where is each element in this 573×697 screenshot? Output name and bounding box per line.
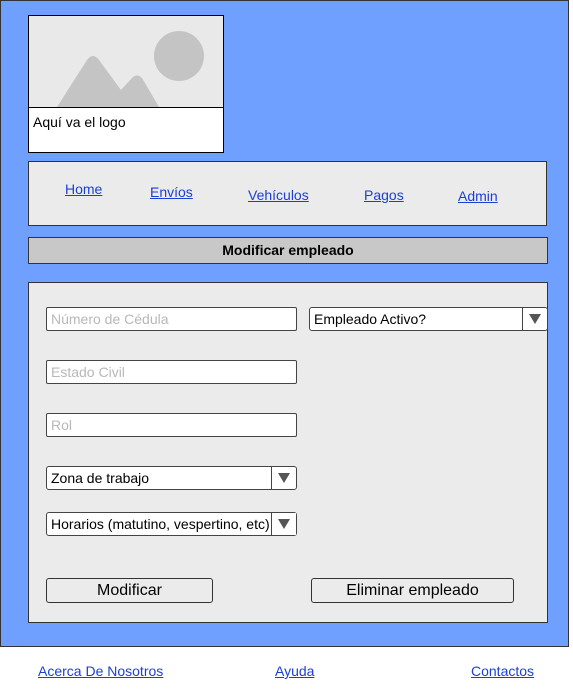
rol-input[interactable] [46,413,297,437]
modificar-button[interactable]: Modificar [46,578,213,603]
estado-civil-input[interactable] [46,360,297,384]
employee-form: Empleado Activo? Zona de trabajo Horario… [28,282,548,623]
zona-trabajo-value: Zona de trabajo [51,470,150,486]
logo-box: Aquí va el logo [28,15,224,153]
footer-acerca-link[interactable]: Acerca De Nosotros [38,663,163,679]
dropdown-arrow-icon [522,308,547,330]
eliminar-empleado-button[interactable]: Eliminar empleado [311,578,514,603]
nav-vehiculos-link[interactable]: Vehículos [248,187,309,203]
image-placeholder-icon [29,16,223,107]
footer-ayuda-link[interactable]: Ayuda [275,663,314,679]
nav-home-link[interactable]: Home [65,181,102,197]
app-background: Aquí va el logo Home Envíos Vehículos Pa… [0,0,569,647]
dropdown-arrow-icon [271,513,296,535]
footer-contactos-link[interactable]: Contactos [471,663,534,679]
page-title: Modificar empleado [28,237,548,264]
zona-trabajo-select[interactable]: Zona de trabajo [46,466,297,490]
cedula-input[interactable] [46,307,297,331]
main-nav: Home Envíos Vehículos Pagos Admin [28,161,547,226]
horarios-select[interactable]: Horarios (matutino, vespertino, etc) [46,512,297,536]
empleado-activo-select[interactable]: Empleado Activo? [309,307,548,331]
nav-pagos-link[interactable]: Pagos [364,187,404,203]
empleado-activo-value: Empleado Activo? [314,311,427,327]
nav-envios-link[interactable]: Envíos [150,184,193,200]
horarios-value: Horarios (matutino, vespertino, etc) [51,516,270,532]
nav-admin-link[interactable]: Admin [458,188,498,204]
dropdown-arrow-icon [271,467,296,489]
logo-caption: Aquí va el logo [29,107,223,152]
